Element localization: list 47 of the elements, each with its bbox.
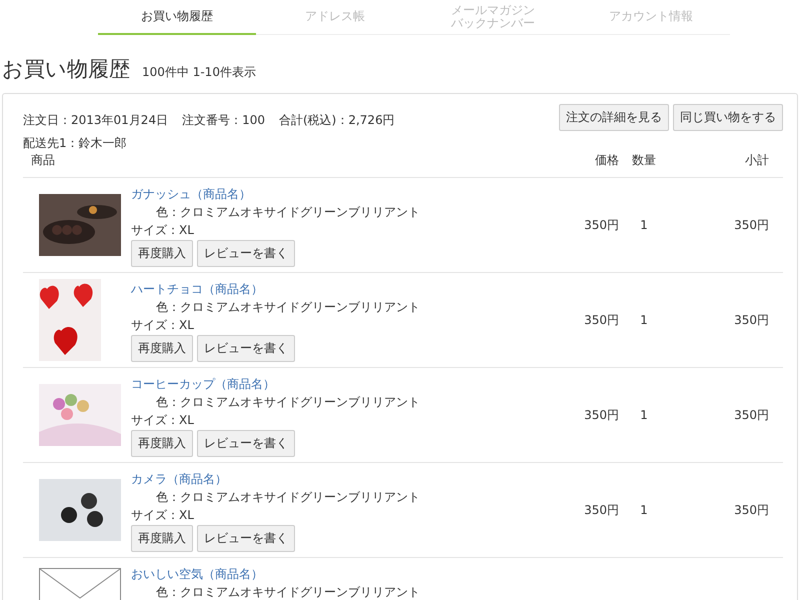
item-action-button[interactable]: レビューを書く [197, 430, 295, 457]
order-action-button[interactable]: 同じ買い物をする [673, 104, 783, 131]
price-cell-text: 350円 [583, 406, 619, 424]
product-size: サイズ：XL [131, 412, 195, 429]
product-color: 色：クロミアムオキサイドグリーンブリリアント [155, 394, 421, 411]
product-size: サイズ：XL [131, 507, 195, 524]
product-size: サイズ：XL [131, 317, 195, 334]
item-action-button[interactable]: レビューを書く [197, 335, 295, 362]
result-count: 100件中 1-10件表示 [142, 64, 256, 81]
price-cell-text: 350円 [583, 312, 619, 328]
subtotal-cell-text: 350円 [733, 502, 769, 518]
item-action-button[interactable]: 再度購入 [131, 525, 193, 552]
column-header: 商品 [31, 152, 56, 169]
quantity-cell-text: 1 [639, 503, 649, 517]
column-header: 数量 [631, 152, 657, 169]
product-link[interactable]: おいしい空気（商品名） [131, 567, 263, 581]
item-action-button[interactable]: レビューを書く [197, 240, 295, 267]
page-title: お買い物履歴 [2, 56, 130, 83]
subtotal-cell-text: 350円 [733, 312, 769, 328]
product-color: 色：クロミアムオキサイドグリーンブリリアント [155, 489, 421, 506]
column-header: 小計 [744, 152, 769, 169]
product-link[interactable]: カメラ（商品名） [131, 472, 227, 486]
order-date: 注文日：2013年01月24日 [23, 112, 168, 129]
column-header: 価格 [594, 152, 619, 169]
item-action-button[interactable]: 再度購入 [131, 430, 193, 457]
item-action-button[interactable]: 再度購入 [131, 240, 193, 267]
price-cell-text: 350円 [583, 502, 619, 518]
item-action-button[interactable]: 再度購入 [131, 335, 193, 362]
order-action-button[interactable]: 注文の詳細を見る [559, 104, 669, 131]
product-link[interactable]: コーヒーカップ（商品名） [131, 377, 275, 391]
product-link[interactable]: ガナッシュ（商品名） [131, 187, 251, 201]
price-cell-text: 350円 [583, 216, 619, 234]
shipping-address: 配送先1：鈴木一郎 [23, 135, 128, 152]
product-color: 色：クロミアムオキサイドグリーンブリリアント [155, 584, 421, 600]
quantity-cell-text: 1 [639, 408, 649, 422]
quantity-cell-text: 1 [639, 313, 649, 327]
product-color: 色：クロミアムオキサイドグリーンブリリアント [155, 204, 421, 221]
product-link[interactable]: ハートチョコ（商品名） [131, 282, 263, 296]
subtotal-cell-text: 350円 [733, 216, 769, 234]
product-color: 色：クロミアムオキサイドグリーンブリリアント [155, 299, 421, 316]
order-number: 注文番号：100 [182, 112, 265, 129]
item-action-button[interactable]: レビューを書く [197, 525, 295, 552]
order-total: 合計(税込)：2,726円 [278, 112, 395, 129]
product-size: サイズ：XL [131, 222, 195, 239]
subtotal-cell-text: 350円 [733, 406, 769, 424]
nav-tab[interactable]: お買い物履歴 [98, 0, 256, 35]
quantity-cell-text: 1 [639, 218, 649, 232]
